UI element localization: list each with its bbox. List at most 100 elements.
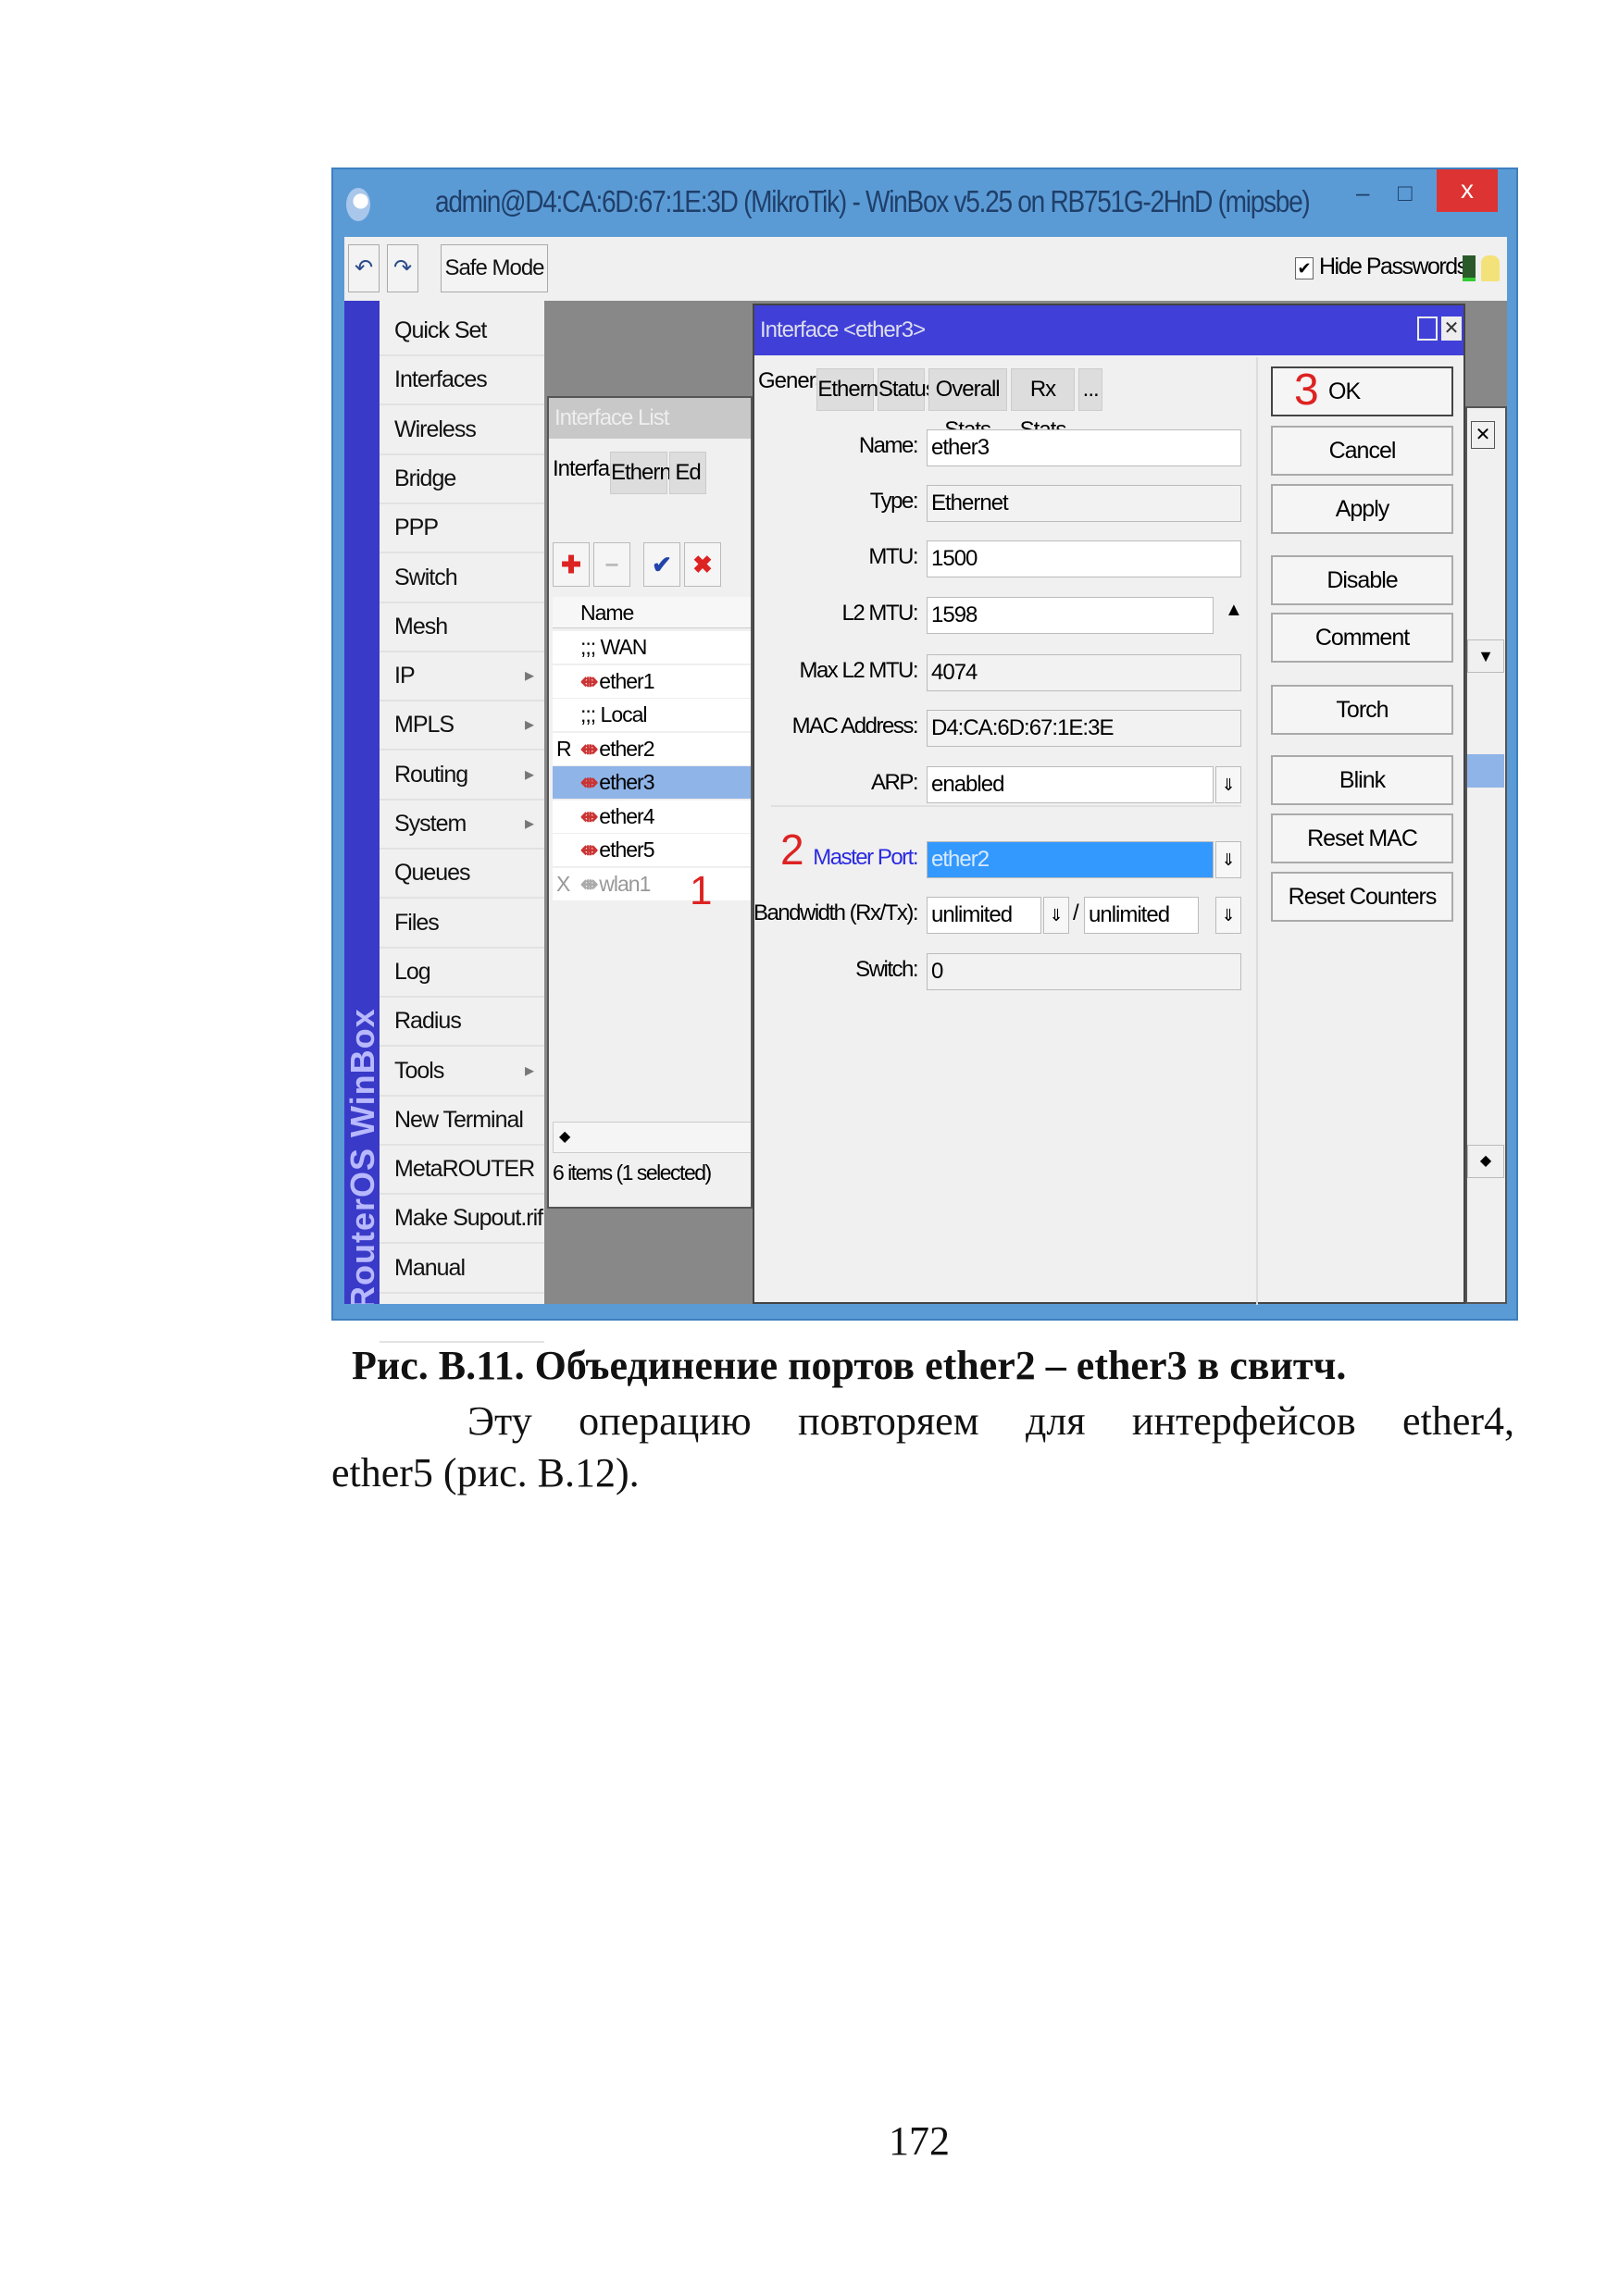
minimize-button[interactable]: – — [1356, 179, 1369, 207]
bandwidth-label: Bandwidth (Rx/Tx): — [753, 900, 919, 925]
ethernet-port-icon: ⇼ — [580, 871, 598, 896]
table-row[interactable]: ⇼ether3 — [553, 766, 751, 800]
tab-interface[interactable]: Interface — [553, 446, 631, 494]
arp-dropdown-icon[interactable]: ⇓ — [1215, 766, 1241, 803]
tab-ethernet[interactable]: Ethernet — [610, 452, 689, 494]
master-port-select[interactable]: ether2 — [927, 841, 1214, 878]
tab-rx-stats[interactable]: Rx Stats — [1010, 368, 1076, 442]
torch-button[interactable]: Torch — [1271, 685, 1453, 735]
sidebar-item-label: Manual — [394, 1254, 466, 1281]
close-dialog-icon[interactable]: ✕ — [1441, 316, 1462, 341]
sidebar-item-metarouter[interactable]: MetaROUTER — [380, 1146, 544, 1196]
sidebar-item-routing[interactable]: Routing ▸ — [380, 751, 544, 800]
master-port-label: Master Port: — [813, 845, 918, 870]
sidebar-item-make-supout-rif[interactable]: Make Supout.rif — [380, 1195, 544, 1245]
row-name: ⇼ether1 — [580, 665, 655, 697]
apply-button[interactable]: Apply — [1271, 484, 1453, 534]
remove-icon[interactable]: − — [593, 542, 630, 587]
sidebar-item-new-terminal[interactable]: New Terminal — [380, 1097, 544, 1146]
close-icon[interactable]: ✕ — [1471, 421, 1495, 449]
sidebar-menu: Quick Set Interfaces Wireless Bridge PPP Swit… — [380, 301, 544, 1343]
tab-eoip[interactable]: Ed — [669, 452, 706, 494]
table-row[interactable]: ⇼ether4 — [553, 800, 751, 834]
sidebar-item-ppp[interactable]: PPP — [380, 504, 544, 554]
winbox-screenshot: admin@D4:CA:6D:67:1E:3D (MikroTik) - Win… — [331, 168, 1518, 1343]
sidebar-item-label: Switch — [394, 564, 458, 590]
scroll-left-icon[interactable]: ◆ — [553, 1122, 751, 1153]
workspace: RouterOS WinBox Quick Set Interfaces Wirel… — [344, 301, 1507, 1343]
tab-status[interactable]: Status — [877, 368, 937, 411]
sidebar-item-mpls[interactable]: MPLS ▸ — [380, 701, 544, 751]
mtu-field[interactable]: 1500 — [927, 540, 1241, 577]
sidebar-item-system[interactable]: System ▸ — [380, 800, 544, 850]
routeros-winbox-strip: RouterOS WinBox — [344, 301, 380, 1304]
lock-icon — [1481, 255, 1500, 281]
tab--[interactable]: ... — [1078, 368, 1102, 411]
row-name: ;;; WAN — [580, 631, 647, 663]
add-icon[interactable]: ✚ — [553, 542, 590, 587]
bandwidth-separator: / — [1073, 900, 1079, 925]
arp-select[interactable]: enabled — [927, 766, 1214, 803]
close-button[interactable]: x — [1437, 169, 1498, 212]
collapse-up-icon[interactable]: ▲ — [1225, 600, 1243, 621]
sidebar-item-label: Interfaces — [394, 366, 488, 393]
sidebar-item-files[interactable]: Files — [380, 900, 544, 949]
safe-mode-button[interactable]: Safe Mode — [441, 244, 548, 292]
sidebar-item-queues[interactable]: Queues — [380, 850, 544, 900]
comment-button[interactable]: Comment — [1271, 613, 1453, 663]
dropdown-icon[interactable]: ▼ — [1467, 639, 1504, 673]
table-row[interactable]: ⇼ether5 — [553, 834, 751, 867]
sidebar-item-radius[interactable]: Radius — [380, 998, 544, 1048]
maximize-button[interactable]: □ — [1398, 179, 1413, 207]
sidebar-item-wireless[interactable]: Wireless — [380, 406, 544, 455]
bandwidth-rx-dropdown-icon[interactable]: ⇓ — [1043, 897, 1069, 934]
switch-label: Switch: — [855, 957, 918, 982]
sidebar-item-log[interactable]: Log — [380, 949, 544, 998]
table-row[interactable]: ;;; Local — [553, 699, 751, 732]
window-title: admin@D4:CA:6D:67:1E:3D (MikroTik) - Win… — [435, 184, 1311, 218]
enable-check-icon[interactable]: ✔ — [643, 542, 680, 587]
tab-general[interactable]: General — [758, 361, 831, 411]
cancel-button[interactable]: Cancel — [1271, 426, 1453, 476]
bandwidth-tx-dropdown-icon[interactable]: ⇓ — [1215, 897, 1241, 934]
reset-counters-button[interactable]: Reset Counters — [1271, 872, 1453, 922]
scroll-right-icon[interactable]: ◆ — [1467, 1145, 1504, 1178]
sidebar-item-quick-set[interactable]: Quick Set — [380, 307, 544, 356]
redo-icon[interactable]: ↷ — [387, 244, 418, 292]
sidebar-item-tools[interactable]: Tools ▸ — [380, 1048, 544, 1097]
master-port-dropdown-icon[interactable]: ⇓ — [1215, 841, 1241, 878]
hide-passwords-checkbox[interactable]: ✔ — [1295, 257, 1314, 279]
l2mtu-field[interactable]: 1598 — [927, 597, 1214, 634]
table-row[interactable]: ;;; WAN — [553, 631, 751, 664]
ethernet-port-icon: ⇼ — [580, 736, 598, 761]
tab-overall-stats[interactable]: Overall Stats — [928, 368, 1007, 442]
dialog-title: Interface <ether3> — [754, 305, 1463, 355]
sidebar-item-bridge[interactable]: Bridge — [380, 455, 544, 504]
sidebar-item-ip[interactable]: IP ▸ — [380, 652, 544, 702]
table-row[interactable]: R ⇼ether2 — [553, 732, 751, 766]
sidebar-item-switch[interactable]: Switch — [380, 554, 544, 603]
submenu-arrow-icon: ▸ — [524, 763, 534, 785]
list-status: 6 items (1 selected) — [553, 1160, 712, 1185]
maximize-dialog-icon[interactable] — [1417, 316, 1438, 341]
name-field[interactable]: ether3 — [927, 429, 1241, 466]
bandwidth-rx-select[interactable]: unlimited — [927, 897, 1041, 934]
row-name-text: ether4 — [599, 803, 654, 828]
sidebar-item-manual[interactable]: Manual — [380, 1245, 544, 1294]
table-row[interactable]: ⇼ether1 — [553, 664, 751, 699]
disable-button[interactable]: Disable — [1271, 555, 1453, 605]
table-row[interactable]: X ⇼wlan1 — [553, 867, 751, 901]
sidebar-item-label: IP — [394, 663, 416, 689]
disable-x-icon[interactable]: ✖ — [684, 542, 721, 587]
undo-icon[interactable]: ↶ — [348, 244, 380, 292]
column-header-name[interactable]: Name — [553, 597, 751, 628]
row-name-text: ether3 — [599, 770, 654, 794]
bandwidth-tx-select[interactable]: unlimited — [1084, 897, 1199, 934]
row-name-text: ether2 — [599, 736, 654, 761]
reset-mac-address-button[interactable]: Reset MAC Address — [1271, 813, 1453, 898]
sidebar-item-mesh[interactable]: Mesh — [380, 603, 544, 652]
tab-ethernet[interactable]: Ethernet — [816, 368, 895, 411]
submenu-arrow-icon: ▸ — [524, 665, 534, 687]
blink-button[interactable]: Blink — [1271, 755, 1453, 805]
sidebar-item-interfaces[interactable]: Interfaces — [380, 356, 544, 406]
